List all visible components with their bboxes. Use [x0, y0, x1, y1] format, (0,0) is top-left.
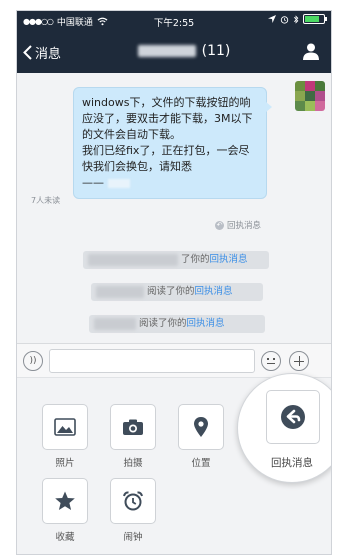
system-notice: 了你的 回执消息 — [83, 251, 269, 269]
more-plus-icon[interactable] — [289, 351, 309, 371]
navigation-bar: 消息 (11) — [17, 31, 331, 73]
photo-icon — [54, 418, 76, 436]
status-bar: ●●●○○ 中国联通 下午2:55 — [17, 11, 331, 31]
panel-item-alarm[interactable]: 闹钟 — [109, 478, 157, 543]
phone-screen: ●●●○○ 中国联通 下午2:55 消息 (11) windows下，文件的下载… — [16, 10, 332, 555]
notice-action: 了你的 — [181, 254, 210, 265]
panel-item-location[interactable]: 位置 — [177, 404, 225, 469]
bluetooth-icon — [293, 14, 299, 24]
status-right — [268, 14, 327, 24]
notice-action: 阅读了你的 — [139, 318, 187, 329]
chat-title: (11) — [87, 43, 281, 59]
back-label: 消息 — [35, 47, 62, 62]
message-bubble[interactable]: windows下，文件的下载按钮的响应没了，要双击才能下载，3M以下的文件会自动… — [73, 87, 272, 199]
panel-item-label: 收藏 — [55, 532, 75, 543]
receipt-mini-icon: ↶ — [215, 220, 224, 230]
battery-fill — [305, 16, 320, 22]
receipt-message-highlight[interactable]: 回执消息 — [237, 373, 331, 483]
redacted-member-name — [96, 286, 144, 298]
alarm-status-icon — [280, 15, 289, 24]
location-arrow-icon — [268, 15, 276, 23]
input-bar: )) — [17, 343, 331, 377]
emoji-icon[interactable] — [261, 351, 281, 371]
receipt-link[interactable]: 回执消息 — [195, 283, 233, 301]
redacted-text — [107, 178, 130, 188]
star-icon — [55, 491, 75, 510]
battery-icon — [303, 14, 327, 24]
redacted-member-name — [88, 254, 178, 266]
panel-item-label: 拍摄 — [123, 458, 143, 469]
avatar[interactable] — [295, 81, 325, 111]
message-tail: —— — [82, 176, 104, 189]
notice-action: 阅读了你的 — [147, 286, 195, 297]
panel-item-favorites[interactable]: 收藏 — [41, 478, 89, 543]
redacted-group-name — [137, 45, 196, 57]
system-notice: 阅读了你的 回执消息 — [91, 283, 263, 301]
receipt-link[interactable]: 回执消息 — [187, 315, 225, 333]
alarm-clock-icon — [123, 491, 143, 511]
receipt-reply-icon — [281, 405, 305, 429]
panel-item-label: 位置 — [191, 458, 211, 469]
receipt-message-label: 回执消息 — [271, 457, 313, 469]
back-button[interactable]: 消息 — [23, 43, 61, 62]
message-line: 我们已经fix了，正在打包，一会尽快我们会换包，请知悉 —— — [82, 144, 250, 189]
receipt-link[interactable]: 回执消息 — [210, 251, 248, 269]
chat-area: windows下，文件的下载按钮的响应没了，要双击才能下载，3M以下的文件会自动… — [17, 73, 331, 343]
panel-item-label: 闹钟 — [123, 532, 143, 543]
voice-input-icon[interactable]: )) — [23, 351, 43, 371]
panel-item-photo[interactable]: 照片 — [41, 404, 89, 469]
receipt-tag-label: 回执消息 — [227, 221, 262, 231]
unread-count[interactable]: 7人未读 — [31, 195, 60, 206]
panel-item-label: 照片 — [55, 458, 75, 469]
redacted-member-name — [94, 318, 136, 330]
message-input[interactable] — [49, 349, 255, 373]
panel-item-camera[interactable]: 拍摄 — [109, 404, 157, 469]
receipt-tag: ↶ 回执消息 — [215, 219, 261, 231]
user-profile-icon[interactable] — [301, 41, 321, 61]
chevron-left-icon — [23, 45, 32, 60]
system-notice: 阅读了你的 回执消息 — [89, 315, 265, 333]
member-count: (11) — [201, 43, 231, 59]
camera-icon — [123, 419, 143, 435]
location-pin-icon — [194, 417, 208, 437]
message-line: windows下，文件的下载按钮的响应没了，要双击才能下载，3M以下的文件会自动… — [82, 96, 253, 141]
